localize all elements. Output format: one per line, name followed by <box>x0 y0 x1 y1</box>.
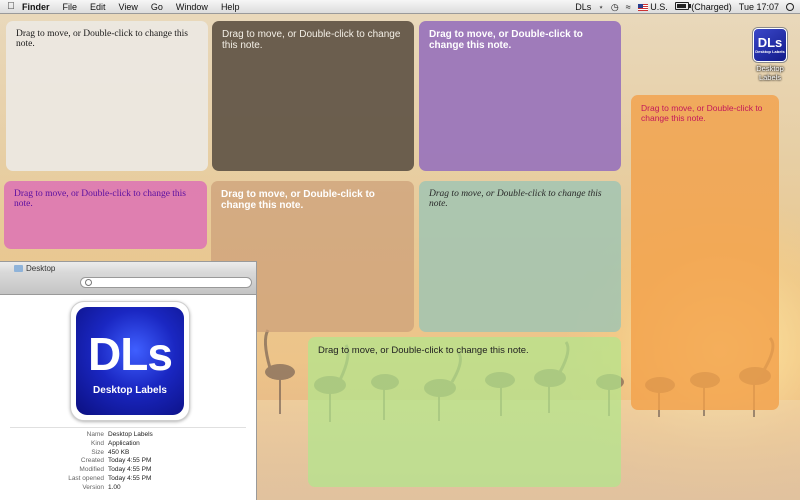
folder-icon <box>14 264 23 272</box>
info-row-modified: Modified Today 4:55 PM <box>79 466 152 474</box>
note-8[interactable]: Drag to move, or Double-click to change … <box>308 337 621 487</box>
menu-window[interactable]: Window <box>176 2 208 12</box>
note-text: Drag to move, or Double-click to change … <box>429 189 602 209</box>
note-7[interactable]: Drag to move, or Double-click to change … <box>419 181 621 332</box>
note-text: Drag to move, or Double-click to change … <box>14 189 187 209</box>
info-row-created: Created Today 4:55 PM <box>80 457 152 465</box>
note-text: Drag to move, or Double-click to change … <box>429 29 583 51</box>
note-text: Drag to move, or Double-click to change … <box>222 29 401 51</box>
finder-titlebar[interactable]: Desktop <box>0 262 256 274</box>
input-source[interactable]: U.S. <box>637 2 668 12</box>
logo-subtext: Desktop Labels <box>93 385 167 396</box>
app-preview-icon: DLs Desktop Labels <box>70 301 190 421</box>
note-text: Drag to move, or Double-click to change … <box>641 103 763 123</box>
us-flag-icon <box>637 4 648 12</box>
clock[interactable]: Tue 17:07 <box>739 2 779 12</box>
note-2[interactable]: Drag to move, or Double-click to change … <box>212 21 414 171</box>
file-info: Name Desktop Labels Kind Application Size 4… <box>0 431 256 493</box>
note-1[interactable]: Drag to move, or Double-click to change … <box>6 21 208 171</box>
timemachine-icon[interactable]: ◷ <box>611 2 619 13</box>
desktop-labels-desktop-icon[interactable]: DLs Desktop Labels Desktop Labels <box>750 28 790 82</box>
menu-view[interactable]: View <box>119 2 138 12</box>
search-icon <box>85 279 92 286</box>
preview-pane: DLs Desktop Labels Name Desktop Labels Ki… <box>0 295 256 501</box>
menu-edit[interactable]: Edit <box>90 2 106 12</box>
finder-toolbar <box>0 274 256 295</box>
menu-file[interactable]: File <box>63 2 78 12</box>
apple-icon[interactable]:  <box>0 1 22 12</box>
finder-window: Desktop DLs Desktop Labels Name Desktop L… <box>0 261 257 501</box>
logo-text: DLs <box>88 328 173 380</box>
menu-go[interactable]: Go <box>151 2 163 12</box>
note-3[interactable]: Drag to move, or Double-click to change … <box>419 21 621 171</box>
menu-help[interactable]: Help <box>221 2 240 12</box>
spotlight-icon[interactable] <box>786 3 794 11</box>
desktop-labels-app-icon: DLs Desktop Labels <box>753 28 787 62</box>
info-row-last-opened: Last opened Today 4:55 PM <box>68 474 152 482</box>
menu-bar:  Finder File Edit View Go Window Help D… <box>0 0 800 14</box>
divider <box>10 427 246 428</box>
search-input[interactable] <box>80 277 252 288</box>
info-row-size: Size 450 KB <box>91 448 130 456</box>
note-text: Drag to move, or Double-click to change … <box>16 29 189 49</box>
battery-icon <box>674 2 691 10</box>
window-title: Desktop <box>26 263 56 273</box>
info-row-kind: Kind Application <box>90 439 140 447</box>
battery-status[interactable]: (Charged) <box>674 2 732 12</box>
note-text: Drag to move, or Double-click to change … <box>221 189 375 211</box>
note-4[interactable]: Drag to move, or Double-click to change … <box>631 95 779 410</box>
info-row-name: Name Desktop Labels <box>86 431 153 438</box>
bluetooth-icon[interactable]: ⋆ <box>598 2 604 13</box>
menu-extra-dls[interactable]: DLs <box>575 2 591 12</box>
info-row-version: Version 1.00 <box>82 483 121 491</box>
desktop-icon-label: Desktop Labels <box>756 64 784 82</box>
menu-finder[interactable]: Finder <box>22 2 50 12</box>
status-area: DLs ⋆ ◷ ≈ U.S. (Charged) Tue 17:07 <box>575 0 794 14</box>
note-5[interactable]: Drag to move, or Double-click to change … <box>4 181 207 249</box>
wifi-icon[interactable]: ≈ <box>626 2 631 12</box>
note-text: Drag to move, or Double-click to change … <box>318 345 529 356</box>
